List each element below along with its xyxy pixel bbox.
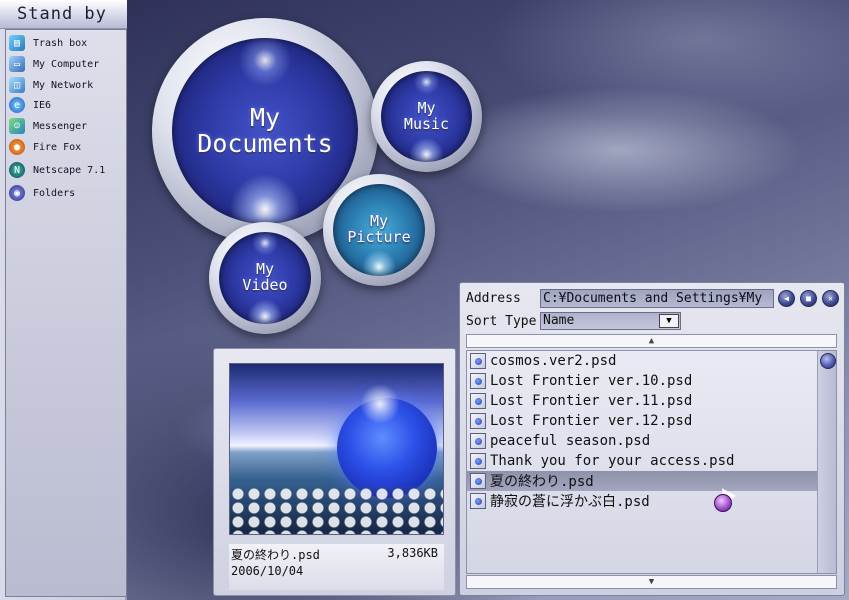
sidebar-item-label: Fire Fox xyxy=(33,141,82,153)
file-list: cosmos.ver2.psd Lost Frontier ver.10.psd… xyxy=(466,350,837,574)
psd-file-icon xyxy=(470,433,486,449)
sidebar-list: ▤ Trash box ▭ My Computer ◫ My Network e… xyxy=(5,29,127,597)
close-button[interactable]: ✕ xyxy=(822,290,839,307)
sidebar-item-label: IE6 xyxy=(33,99,52,111)
psd-file-icon xyxy=(470,373,486,389)
sidebar-item-netscape[interactable]: N Netscape 7.1 xyxy=(9,161,123,179)
network-icon: ◫ xyxy=(9,77,25,93)
folders-icon: ◉ xyxy=(9,185,25,201)
file-name: Lost Frontier ver.11.psd xyxy=(490,393,693,409)
back-button[interactable]: ◀ xyxy=(778,290,795,307)
file-name: 静寂の蒼に浮かぶ白.psd xyxy=(490,494,650,510)
chevron-down-icon[interactable]: ▼ xyxy=(659,314,679,328)
list-item-selected[interactable]: 夏の終わり.psd xyxy=(467,471,817,491)
sort-type-value: Name xyxy=(543,313,575,328)
sidebar-item-label: Netscape 7.1 xyxy=(33,164,106,176)
my-picture-label: My Picture xyxy=(347,212,411,246)
file-name: Lost Frontier ver.12.psd xyxy=(490,413,693,429)
list-item[interactable]: cosmos.ver2.psd xyxy=(467,351,817,371)
sidebar-item-label: My Network xyxy=(33,79,94,91)
sort-type-select[interactable]: Name ▼ xyxy=(540,312,681,330)
sidebar-item-messenger[interactable]: ☺ Messenger xyxy=(9,117,123,135)
sidebar-item-my-computer[interactable]: ▭ My Computer xyxy=(9,55,123,73)
my-video-button[interactable]: My Video xyxy=(219,232,311,324)
ie-icon: e xyxy=(9,97,25,113)
preview-date: 2006/10/04 xyxy=(231,564,304,578)
my-documents-button[interactable]: My Documents xyxy=(172,38,358,224)
sidebar-item-trash-box[interactable]: ▤ Trash box xyxy=(9,34,123,52)
psd-file-icon xyxy=(470,473,486,489)
preview-filesize: 3,836KB xyxy=(387,546,438,560)
psd-file-icon xyxy=(470,493,486,509)
lens-flare xyxy=(360,384,400,424)
psd-file-icon xyxy=(470,393,486,409)
computer-icon: ▭ xyxy=(9,56,25,72)
home-button[interactable]: ■ xyxy=(800,290,817,307)
preview-panel: 夏の終わり.psd 3,836KB 2006/10/04 xyxy=(213,348,456,596)
sidebar-title: Stand by xyxy=(17,4,107,24)
list-item[interactable]: Lost Frontier ver.10.psd xyxy=(467,371,817,391)
file-list-scrollbar[interactable] xyxy=(817,351,836,573)
sidebar-item-label: Folders xyxy=(33,187,76,199)
file-name: Thank you for your access.psd xyxy=(490,453,735,469)
list-item[interactable]: 静寂の蒼に浮かぶ白.psd xyxy=(467,491,817,511)
scroll-up-button[interactable]: ▲ xyxy=(466,334,837,348)
my-video-label: My Video xyxy=(242,260,288,294)
sidebar-panel: Stand by ▤ Trash box ▭ My Computer ◫ My … xyxy=(0,0,127,600)
scroll-down-button[interactable]: ▼ xyxy=(466,575,837,589)
file-name: 夏の終わり.psd xyxy=(490,474,594,490)
file-name: peaceful season.psd xyxy=(490,433,651,449)
netscape-icon: N xyxy=(9,162,25,178)
preview-thumbnail xyxy=(229,363,444,535)
psd-file-icon xyxy=(470,413,486,429)
list-item[interactable]: Lost Frontier ver.11.psd xyxy=(467,391,817,411)
list-item[interactable]: Thank you for your access.psd xyxy=(467,451,817,471)
sidebar-item-my-network[interactable]: ◫ My Network xyxy=(9,76,123,94)
sidebar-item-fire-fox[interactable]: ● Fire Fox xyxy=(9,138,123,156)
my-documents-label: My Documents xyxy=(197,102,333,158)
sidebar-item-label: My Computer xyxy=(33,58,100,70)
trash-icon: ▤ xyxy=(9,35,25,51)
scrollbar-thumb[interactable] xyxy=(820,353,836,369)
file-browser: Address C:¥Documents and Settings¥My ◀ ■… xyxy=(459,282,845,596)
list-item[interactable]: peaceful season.psd xyxy=(467,431,817,451)
sidebar-item-label: Trash box xyxy=(33,37,88,49)
psd-file-icon xyxy=(470,353,486,369)
hex-floor-graphic xyxy=(230,486,443,534)
messenger-icon: ☺ xyxy=(9,118,25,134)
file-name: Lost Frontier ver.10.psd xyxy=(490,373,693,389)
my-picture-button[interactable]: My Picture xyxy=(333,184,425,276)
address-field[interactable]: C:¥Documents and Settings¥My xyxy=(540,289,774,308)
sidebar-item-folders[interactable]: ◉ Folders xyxy=(9,184,123,202)
firefox-icon: ● xyxy=(9,139,25,155)
my-music-label: My Music xyxy=(403,98,450,133)
psd-file-icon xyxy=(470,453,486,469)
preview-info: 夏の終わり.psd 3,836KB 2006/10/04 xyxy=(229,544,444,590)
sidebar-item-ie6[interactable]: e IE6 xyxy=(9,96,123,114)
sidebar-header: Stand by xyxy=(0,0,127,29)
list-item[interactable]: Lost Frontier ver.12.psd xyxy=(467,411,817,431)
my-music-button[interactable]: My Music xyxy=(381,71,472,162)
address-label: Address xyxy=(466,291,521,306)
cursor-orb-icon xyxy=(714,494,732,512)
sidebar-item-label: Messenger xyxy=(33,120,88,132)
file-name: cosmos.ver2.psd xyxy=(490,353,617,369)
sort-type-label: Sort Type xyxy=(466,314,537,329)
preview-filename: 夏の終わり.psd xyxy=(231,548,320,562)
